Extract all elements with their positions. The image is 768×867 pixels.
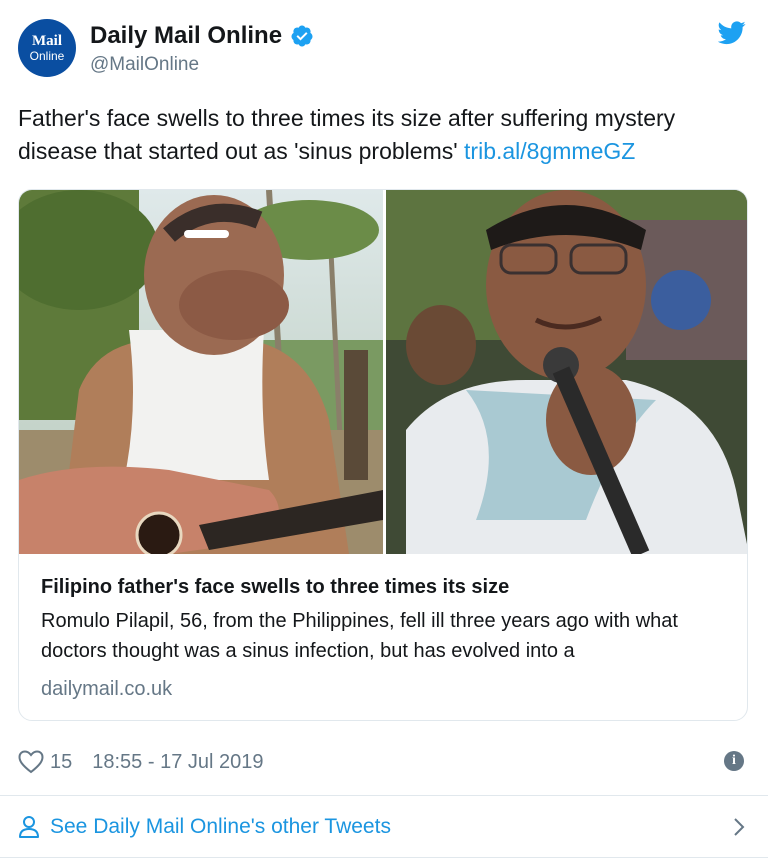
verified-badge-icon [291, 25, 313, 47]
account-handle[interactable]: @MailOnline [90, 53, 314, 77]
card-images [19, 190, 747, 554]
card-image-right [386, 190, 747, 554]
avatar-text-online: Online [29, 49, 65, 63]
tweet-link[interactable]: trib.al/8gmmeGZ [464, 138, 635, 164]
tweet-header: Mail Online Daily Mail Online @MailOnlin… [18, 19, 750, 79]
info-icon[interactable]: i [724, 751, 744, 771]
account-names[interactable]: Daily Mail Online @MailOnline [90, 21, 314, 77]
card-domain[interactable]: dailymail.co.uk [41, 675, 727, 703]
avatar-text-mail: Mail [32, 33, 62, 49]
other-tweets-link[interactable]: See Daily Mail Online's other Tweets [18, 809, 750, 845]
display-name[interactable]: Daily Mail Online [90, 21, 282, 51]
card-image-left [19, 190, 383, 554]
divider [0, 857, 768, 858]
twitter-bird-icon[interactable] [718, 21, 746, 45]
card-description: Romulo Pilapil, 56, from the Philippines… [41, 610, 678, 662]
other-tweets-link-text[interactable]: See Daily Mail Online's other Tweets [50, 815, 391, 839]
person-icon [19, 816, 39, 838]
tweet-meta: 15 18:55 - 17 Jul 2019 i [18, 747, 750, 777]
card-body: Filipino father's face swells to three t… [41, 573, 727, 703]
divider [0, 795, 768, 796]
tweet-text: Father's face swells to three times its … [18, 102, 758, 168]
timestamp[interactable]: 18:55 - 17 Jul 2019 [92, 751, 263, 774]
chevron-right-icon[interactable] [732, 815, 746, 839]
card-title[interactable]: Filipino father's face swells to three t… [41, 573, 727, 601]
link-card[interactable]: Filipino father's face swells to three t… [18, 189, 748, 721]
like-count[interactable]: 15 [50, 751, 72, 774]
avatar[interactable]: Mail Online [18, 19, 76, 77]
heart-icon[interactable] [18, 750, 44, 774]
